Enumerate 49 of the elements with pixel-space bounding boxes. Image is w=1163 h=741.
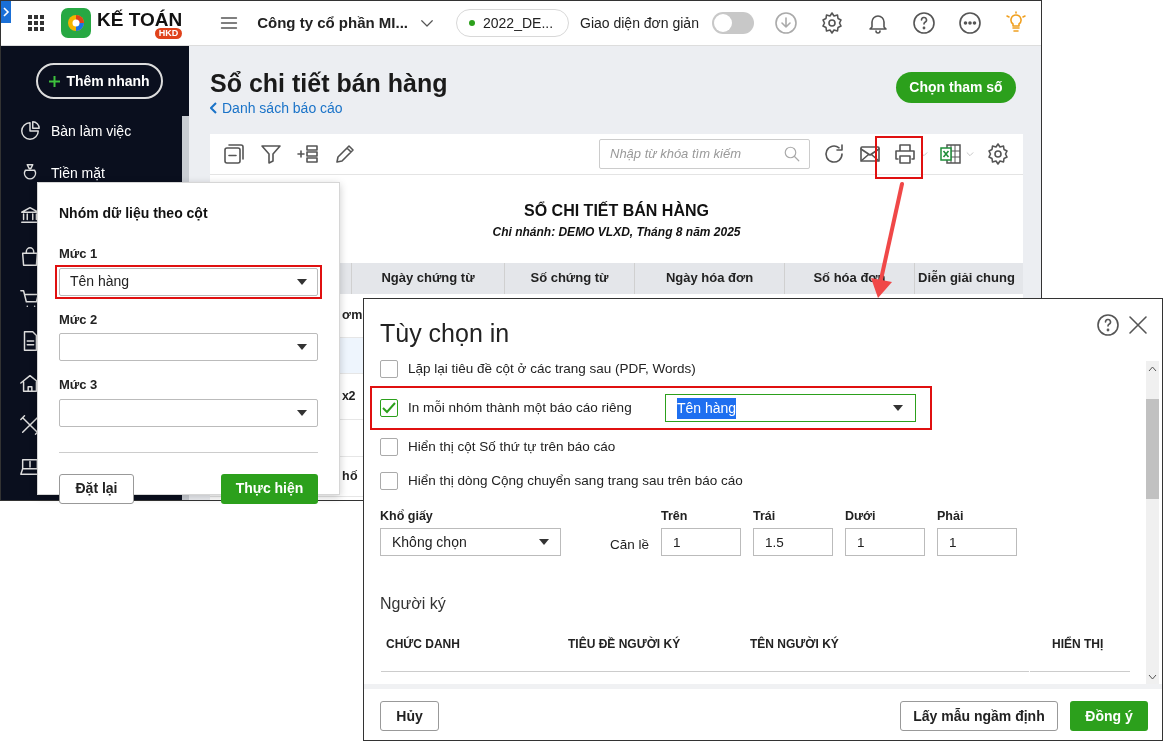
- field-label: Khổ giấy: [380, 508, 433, 525]
- column-header: CHỨC DANH: [386, 635, 460, 653]
- app-badge: HKD: [154, 27, 183, 39]
- field-label: Trên: [661, 508, 688, 525]
- report-title: SỔ CHI TIẾT BÁN HÀNG: [524, 201, 709, 219]
- option-label: In mỗi nhóm thành một báo cáo riêng: [408, 399, 632, 417]
- report-subtitle: Chi nhánh: DEMO VLXD, Tháng 8 năm 2025: [492, 224, 741, 239]
- field-label: Mức 3: [59, 377, 98, 392]
- section-title: Người ký: [380, 594, 446, 614]
- column-header: Diễn giải chung: [914, 262, 1018, 294]
- default-template-button[interactable]: Lấy mẫu ngầm định: [900, 701, 1058, 731]
- dialog-title: Tùy chọn in: [380, 319, 510, 347]
- dropdown[interactable]: Tên hàng: [665, 394, 916, 422]
- column-header: TIÊU ĐỀ NGƯỜI KÝ: [568, 635, 681, 653]
- app-name: KẾ TOÁN: [97, 8, 183, 30]
- option-label: Hiển thị cột Số thứ tự trên báo cáo: [408, 438, 616, 456]
- back-link[interactable]: Danh sách báo cáo: [210, 97, 343, 119]
- input-field[interactable]: 1: [937, 528, 1017, 556]
- cancel-button[interactable]: Hủy: [380, 701, 439, 731]
- input-field[interactable]: 1: [845, 528, 925, 556]
- quick-add-button[interactable]: Thêm nhanh: [36, 63, 163, 99]
- option-label: Lặp lại tiêu đề cột ở các trang sau (PDF, Words): [408, 360, 696, 378]
- page-title: Sổ chi tiết bán hàng: [210, 69, 448, 97]
- input-field[interactable]: 1.5: [753, 528, 833, 556]
- column-header: TÊN NGƯỜI KÝ: [750, 635, 839, 653]
- field-label: Trái: [753, 508, 776, 525]
- column-header: HIỂN THỊ: [1052, 635, 1104, 653]
- search-field[interactable]: Nhập từ khóa tìm kiếm: [599, 138, 810, 169]
- table-cell-text: x2: [342, 387, 355, 405]
- input-field[interactable]: 1: [661, 528, 741, 556]
- company-name[interactable]: Công ty cổ phần MI...: [257, 11, 408, 35]
- column-header: Số chứng từ: [504, 262, 634, 294]
- field-label: Phải: [937, 508, 964, 525]
- column-header: Ngày chứng từ: [351, 262, 504, 294]
- field-label: Mức 2: [59, 311, 98, 327]
- field-label: Mức 1: [59, 246, 98, 261]
- sidebar-item[interactable]: Bàn làm việc: [51, 120, 132, 142]
- dropdown[interactable]: Không chọn: [380, 528, 561, 556]
- field-label: Căn lề: [610, 536, 650, 554]
- option-label: Hiển thị dòng Cộng chuyển sang trang sau trên báo cáo: [408, 472, 743, 490]
- popup-title: Nhóm dữ liệu theo cột: [59, 205, 208, 221]
- dropdown[interactable]: Tên hàng: [59, 267, 318, 296]
- table-cell-text: ơ m: [342, 306, 362, 324]
- field-label: Dưới: [845, 508, 876, 525]
- table-cell-text: h ố: [342, 467, 358, 485]
- reset-button[interactable]: Đặt lại: [59, 473, 134, 504]
- sidebar-item[interactable]: Tiền mặt: [51, 162, 105, 184]
- column-header: Ngày hóa đơn: [634, 262, 784, 294]
- simple-mode-label: Giao diện đơn giản: [580, 13, 699, 33]
